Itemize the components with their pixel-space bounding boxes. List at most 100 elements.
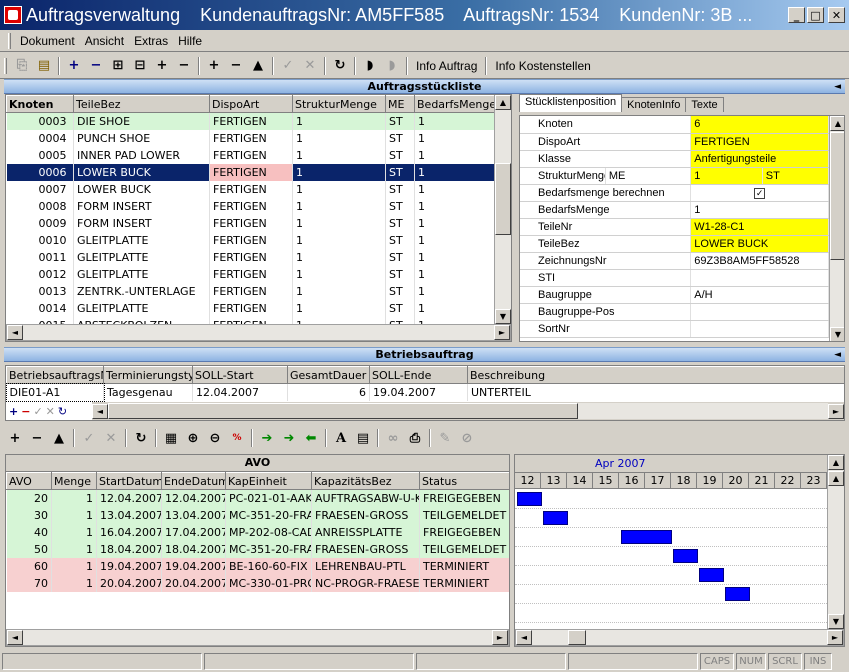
font-icon[interactable]: A xyxy=(330,427,352,449)
up-icon[interactable]: ▲ xyxy=(247,55,269,77)
cancel-icon[interactable]: ✕ xyxy=(299,55,321,77)
scroll-thumb[interactable] xyxy=(108,403,578,419)
property-value[interactable]: A/H xyxy=(690,286,829,304)
remove-small-icon[interactable]: − xyxy=(173,55,195,77)
property-row[interactable]: ZeichnungsNr 69Z3B8AM5FF58528 xyxy=(520,252,829,270)
up-icon[interactable]: ▲ xyxy=(48,427,70,449)
minimize-button[interactable]: _ xyxy=(788,7,805,23)
tab-0[interactable]: Stücklistenposition xyxy=(519,94,623,112)
column-header[interactable]: GesamtDauer xyxy=(287,366,370,384)
gantt-bar[interactable] xyxy=(621,530,672,544)
property-row[interactable]: Knoten 6 xyxy=(520,116,829,134)
table-row[interactable]: 50 1 18.04.2007 18.04.2007 MC-351-20-FRA FRAE… xyxy=(6,540,509,558)
check-icon[interactable]: ✓ xyxy=(33,405,42,418)
column-header[interactable]: StrukturMenge xyxy=(292,95,386,113)
remove-icon[interactable]: − xyxy=(21,405,30,418)
scroll-up-icon[interactable]: ▲ xyxy=(828,455,844,470)
scroll-down-icon[interactable]: ▼ xyxy=(495,309,511,324)
table-row[interactable]: 0014 GLEITPLATTE FERTIGEN 1 ST 1 xyxy=(6,299,497,317)
scroll-left-icon[interactable]: ◄ xyxy=(7,325,23,340)
table-row[interactable]: 0003 DIE SHOE FERTIGEN 1 ST 1 xyxy=(6,112,497,130)
property-value[interactable]: Anfertigungsteile xyxy=(690,150,829,168)
column-header[interactable]: Status xyxy=(419,472,509,490)
scroll-thumb[interactable] xyxy=(830,132,844,260)
scroll-right-icon[interactable]: ► xyxy=(492,630,508,645)
table-row[interactable]: DIE01-A1 Tagesgenau 12.04.2007 6 19.04.2007 U… xyxy=(6,382,844,402)
calendar-icon[interactable]: ▦ xyxy=(160,427,182,449)
refresh-icon[interactable]: ↻ xyxy=(58,405,67,418)
property-row[interactable]: Baugruppe A/H xyxy=(520,286,829,304)
avo-hscroll[interactable]: ◄ ► xyxy=(6,629,509,646)
column-header[interactable]: BetriebsauftragsNr xyxy=(6,366,104,384)
property-value[interactable] xyxy=(690,320,829,338)
cancel-icon[interactable]: ✕ xyxy=(46,405,55,418)
menu-extras[interactable]: Extras xyxy=(129,34,173,48)
property-value[interactable] xyxy=(690,303,829,321)
glasses-icon[interactable]: ∞ xyxy=(382,427,404,449)
list-icon[interactable]: ▤ xyxy=(352,427,374,449)
table-row[interactable]: 0009 FORM INSERT FERTIGEN 1 ST 1 xyxy=(6,214,497,232)
column-header[interactable]: Beschreibung xyxy=(467,366,844,384)
table-row[interactable]: 0011 GLEITPLATTE FERTIGEN 1 ST 1 xyxy=(6,248,497,266)
table-row[interactable]: 0006 LOWER BUCK FERTIGEN 1 ST 1 xyxy=(6,163,497,181)
stueckliste-vscroll[interactable]: ▲ ▼ xyxy=(494,95,511,324)
column-header[interactable]: AVO xyxy=(6,472,52,490)
scroll-right-icon[interactable]: ► xyxy=(827,630,843,645)
arrow-left-icon[interactable]: ⬅ xyxy=(300,427,322,449)
gantt-bar[interactable] xyxy=(699,568,724,582)
table-row[interactable]: 70 1 20.04.2007 20.04.2007 MC-330-01-PRO NC-P… xyxy=(6,574,509,592)
scroll-left-icon[interactable]: ◄ xyxy=(92,403,108,419)
minus-icon[interactable]: − xyxy=(225,55,247,77)
table-row[interactable]: 20 1 12.04.2007 12.04.2007 PC-021-01-AAK AUFT… xyxy=(6,489,509,507)
table-row[interactable]: 0008 FORM INSERT FERTIGEN 1 ST 1 xyxy=(6,197,497,215)
scroll-up-icon[interactable]: ▲ xyxy=(828,471,844,486)
scroll-left-icon[interactable]: ◄ xyxy=(7,630,23,645)
copy-icon[interactable]: ⎘ xyxy=(11,55,33,77)
table-row[interactable]: 0010 GLEITPLATTE FERTIGEN 1 ST 1 xyxy=(6,231,497,249)
folder-icon[interactable]: ▤ xyxy=(33,55,55,77)
close-button[interactable]: ✕ xyxy=(828,7,845,23)
arrow-right-end-icon[interactable]: ➜ xyxy=(278,427,300,449)
column-header[interactable]: SOLL-Start xyxy=(192,366,288,384)
print-icon[interactable]: ⎙ xyxy=(404,427,426,449)
column-header[interactable]: EndeDatum xyxy=(161,472,226,490)
zoom-100-icon[interactable]: % xyxy=(226,427,248,449)
checkbox[interactable]: ✓ xyxy=(754,187,766,199)
property-row[interactable]: Klasse Anfertigungsteile xyxy=(520,150,829,168)
property-value[interactable]: ✓ xyxy=(690,184,829,202)
tool-disabled-icon[interactable]: ✎ xyxy=(434,427,456,449)
tab-2[interactable]: Texte xyxy=(685,97,724,112)
table-row[interactable]: 0007 LOWER BUCK FERTIGEN 1 ST 1 xyxy=(6,180,497,198)
collapse-arrow-icon[interactable]: ◄ xyxy=(834,81,841,94)
property-row[interactable]: Bedarfsmenge berechnen ✓ xyxy=(520,184,829,202)
table-row[interactable]: 30 1 13.04.2007 13.04.2007 MC-351-20-FRA FRAE… xyxy=(6,506,509,524)
tool-icon[interactable]: ◗ xyxy=(359,55,381,77)
add-node-icon[interactable]: + xyxy=(63,55,85,77)
maximize-button[interactable]: □ xyxy=(807,7,824,23)
property-row[interactable]: TeileBez LOWER BUCK xyxy=(520,235,829,253)
property-value[interactable]: 6 xyxy=(690,116,829,134)
tool-disabled-icon[interactable]: ◗ xyxy=(381,55,403,77)
property-value[interactable] xyxy=(690,269,829,287)
column-header[interactable]: ME xyxy=(385,95,415,113)
column-header[interactable]: Knoten xyxy=(6,95,74,113)
tab-1[interactable]: KnotenInfo xyxy=(621,97,687,112)
column-header[interactable]: Terminierungstyp xyxy=(103,366,193,384)
collapse-arrow-icon[interactable]: ◄ xyxy=(834,349,841,362)
add-icon[interactable]: + xyxy=(203,55,225,77)
check-icon[interactable]: ✓ xyxy=(78,427,100,449)
property-row[interactable]: TeileNr W1-28-C1 xyxy=(520,218,829,236)
column-header[interactable]: SOLL-Ende xyxy=(369,366,468,384)
gantt-bar[interactable] xyxy=(725,587,750,601)
property-value[interactable]: 69Z3B8AM5FF58528 xyxy=(690,252,829,270)
property-row[interactable]: BedarfsMenge 1 xyxy=(520,201,829,219)
property-row[interactable]: StrukturMenge ME 1 ST xyxy=(520,167,830,185)
table-row[interactable]: 0005 INNER PAD LOWER FERTIGEN 1 ST 1 xyxy=(6,146,497,164)
scroll-thumb[interactable] xyxy=(568,630,586,645)
property-value[interactable]: FERTIGEN xyxy=(690,133,829,151)
property-value[interactable]: 1 xyxy=(690,201,829,219)
scroll-up-icon[interactable]: ▲ xyxy=(830,116,844,131)
scroll-down-icon[interactable]: ▼ xyxy=(828,614,844,629)
property-value[interactable]: LOWER BUCK xyxy=(690,235,829,253)
column-header[interactable]: KapEinheit xyxy=(225,472,312,490)
